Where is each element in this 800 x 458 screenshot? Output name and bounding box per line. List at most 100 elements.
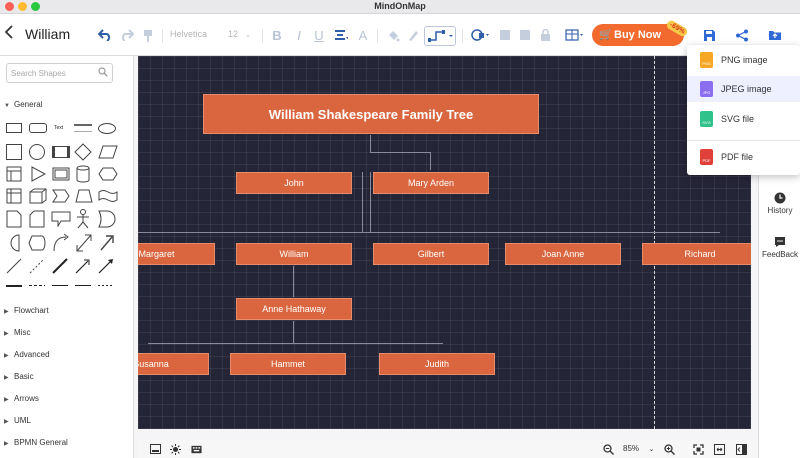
callout-shape[interactable] [51, 211, 71, 227]
dotted-line-shape[interactable] [29, 258, 45, 274]
tape-shape[interactable] [98, 189, 118, 203]
fill-color-button[interactable] [386, 24, 400, 46]
hexagon-shape[interactable] [98, 167, 118, 181]
line-shape[interactable] [6, 258, 22, 274]
cube-shape[interactable] [29, 188, 47, 204]
history-button[interactable]: History [759, 192, 800, 215]
pointer-arrow-shape[interactable] [98, 258, 114, 274]
node-mary-arden[interactable]: Mary Arden [373, 172, 489, 194]
layout-button[interactable] [470, 24, 490, 46]
display-shape[interactable] [28, 235, 46, 251]
back-button[interactable] [4, 25, 14, 44]
keyboard-shortcuts-button[interactable] [191, 444, 202, 454]
map-name[interactable]: William [25, 26, 70, 42]
zoom-out-button[interactable] [603, 443, 614, 455]
font-size-stepper[interactable]: ⌄ [244, 24, 252, 46]
redo-button[interactable] [118, 24, 136, 46]
node-gilbert[interactable]: Gilbert [373, 243, 489, 265]
font-family-select[interactable]: Helvetica [170, 29, 207, 39]
export-svg-item[interactable]: SVG SVG file [687, 106, 800, 132]
parallelogram-shape[interactable] [98, 145, 118, 159]
node-judith[interactable]: Judith [379, 353, 495, 375]
italic-button[interactable]: I [292, 24, 306, 46]
rounded-rectangle-shape[interactable] [29, 123, 47, 133]
underline-button[interactable]: U [312, 24, 326, 46]
theme-button[interactable] [170, 443, 181, 455]
curve-arrow-shape[interactable] [52, 233, 70, 253]
line-color-button[interactable] [406, 24, 420, 46]
node-susanna[interactable]: Susanna [138, 353, 209, 375]
connector-arrow-shape[interactable] [75, 258, 91, 274]
card-shape[interactable] [52, 167, 70, 181]
undo-button[interactable] [96, 24, 114, 46]
horizontal-dotted-line-shape[interactable] [98, 285, 114, 286]
node-richard[interactable]: Richard [642, 243, 751, 265]
document-shape[interactable] [6, 166, 22, 182]
export-jpeg-item[interactable]: JPG JPEG image [687, 76, 800, 102]
double-arrow-shape[interactable] [75, 233, 93, 253]
horizontal-line-shape[interactable] [6, 285, 22, 287]
thick-line-shape[interactable] [52, 258, 68, 274]
feedback-button[interactable]: FeedBack [759, 236, 800, 259]
circle-shape[interactable] [29, 144, 45, 160]
horizontal-arrow-shape[interactable] [52, 285, 68, 286]
node-hammet[interactable]: Hammet [230, 353, 346, 375]
category-uml[interactable]: ▶ UML [4, 416, 31, 425]
category-bpmn-general[interactable]: ▶ BPMN General [4, 438, 68, 447]
zoom-in-button[interactable] [664, 443, 675, 455]
step-shape[interactable] [52, 189, 70, 203]
export-button[interactable] [767, 27, 783, 43]
category-arrows[interactable]: ▶ Arrows [4, 394, 39, 403]
note-shape[interactable] [6, 210, 22, 228]
card-corner-shape[interactable] [29, 210, 45, 228]
font-color-button[interactable]: A [356, 24, 370, 46]
half-circle-shape[interactable] [6, 234, 20, 252]
text-align-button[interactable] [332, 24, 350, 46]
connector-style-button[interactable] [424, 26, 456, 46]
node-root[interactable]: William Shakespeare Family Tree [203, 94, 539, 134]
share-button[interactable] [734, 27, 750, 43]
curved-shape[interactable] [98, 210, 116, 228]
process-shape[interactable] [52, 146, 70, 158]
rectangle-shape[interactable] [6, 123, 22, 133]
diamond-shape[interactable] [74, 143, 92, 161]
zoom-dropdown[interactable]: ⌄ [646, 444, 657, 454]
fit-to-screen-button[interactable] [693, 443, 704, 455]
heading-shape[interactable] [74, 124, 92, 132]
font-size-select[interactable]: 12 [228, 29, 238, 39]
node-william[interactable]: William [236, 243, 352, 265]
table-button[interactable] [564, 24, 586, 46]
insert-topic-button[interactable] [498, 24, 512, 46]
full-screen-button[interactable] [714, 443, 725, 455]
search-shapes-input[interactable]: Search Shapes [6, 63, 113, 83]
actor-shape[interactable] [76, 209, 90, 229]
category-general[interactable]: ▼ General [4, 100, 42, 109]
bold-button[interactable]: B [270, 24, 284, 46]
triangle-shape[interactable] [30, 166, 46, 182]
category-flowchart[interactable]: ▶ Flowchart [4, 306, 49, 315]
category-advanced[interactable]: ▶ Advanced [4, 350, 50, 359]
panel-toggle-button[interactable] [736, 443, 747, 455]
zoom-level[interactable]: 85% [623, 444, 639, 453]
cylinder-shape[interactable] [76, 165, 90, 183]
export-pdf-item[interactable]: PDF PDF file [687, 144, 800, 170]
node-margaret[interactable]: Margaret [138, 243, 215, 265]
lock-button[interactable] [538, 24, 552, 46]
horizontal-dashed-line-shape[interactable] [29, 285, 45, 286]
arrow-shape[interactable] [98, 233, 116, 253]
node-anne-hathaway[interactable]: Anne Hathaway [236, 298, 352, 320]
ellipse-shape[interactable] [98, 123, 116, 134]
trapezoid-shape[interactable] [75, 189, 93, 203]
internal-storage-shape[interactable] [6, 188, 22, 204]
category-basic[interactable]: ▶ Basic [4, 372, 34, 381]
horizontal-double-arrow-shape[interactable] [75, 285, 91, 286]
export-png-item[interactable]: PNG PNG image [687, 47, 800, 73]
category-misc[interactable]: ▶ Misc [4, 328, 30, 337]
insert-subtopic-button[interactable] [518, 24, 532, 46]
square-shape[interactable] [6, 144, 22, 160]
node-joan-anne[interactable]: Joan Anne [505, 243, 621, 265]
format-painter-button[interactable] [140, 24, 156, 46]
save-button[interactable] [701, 27, 717, 43]
outline-button[interactable] [150, 444, 161, 454]
diagram-canvas[interactable]: William Shakespeare Family Tree John Mar… [138, 56, 751, 429]
